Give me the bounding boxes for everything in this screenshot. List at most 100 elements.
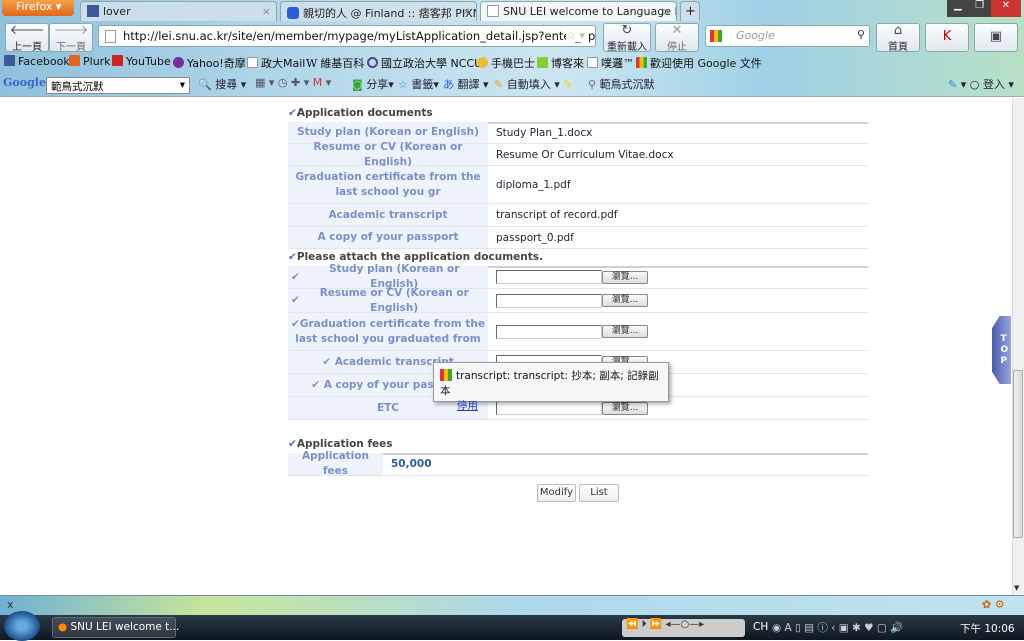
google-signin-button[interactable]: ✎ ▾ ○ 登入 ▾ <box>948 76 1014 92</box>
back-button[interactable]: 🡐 上一頁 <box>5 23 49 53</box>
section-title: Application documents <box>296 107 433 119</box>
firefox-menu-button[interactable]: Firefox ▾ <box>2 0 74 16</box>
bookmark-books[interactable]: 博客來 <box>537 55 584 71</box>
check-icon: ✔ <box>291 270 304 283</box>
close-addon-bar-icon[interactable]: x <box>7 598 14 611</box>
tray-icons[interactable]: ◉ A ▯ ▤ ⓘ ‹ ▣ ✱ ♥ ▢ 🔊 <box>772 620 903 635</box>
check-icon: ✔ <box>322 355 335 368</box>
tab-lover[interactable]: lover × <box>80 1 277 21</box>
search-input[interactable]: Google ⚲ <box>705 25 870 47</box>
google-search-button[interactable]: 🔍 搜尋 ▾ <box>198 76 246 92</box>
bookmark-google-docs[interactable]: 歡迎使用 Google 文件 <box>636 55 762 71</box>
addon-icon[interactable]: ✿ ⚙ <box>982 598 1005 611</box>
modify-button[interactable]: Modify <box>537 484 576 502</box>
task-label: SNU LEI welcome t... <box>70 621 180 633</box>
check-icon: ✔ <box>291 294 304 306</box>
bookmark-nccu-mail[interactable]: 政大Mail <box>247 55 305 71</box>
stop-button[interactable]: ✕ 停止 <box>655 23 699 53</box>
disable-link[interactable]: 停用 <box>457 398 662 413</box>
google-autofill-button[interactable]: ✎ 自動填入 ▾ ✎ <box>494 76 572 92</box>
clock[interactable]: 下午 10:06 <box>960 621 1015 636</box>
label-text: Graduation certificate from the last sch… <box>295 317 485 345</box>
google-icon <box>440 369 452 381</box>
scroll-down-icon[interactable]: ▼ <box>1014 584 1019 592</box>
url-text: http://lei.snu.ac.kr/site/en/member/mypa… <box>123 29 596 43</box>
bookmark-star-icon[interactable]: ☆ ▾ <box>566 29 589 42</box>
bookmark-label: 政大Mail <box>261 57 306 70</box>
minimize-button[interactable]: ▁ <box>947 0 969 17</box>
browse-button[interactable]: 瀏覽... <box>602 270 648 284</box>
google-icon <box>636 57 647 68</box>
google-translate-button[interactable]: あ 翻譯 ▾ <box>443 76 489 92</box>
start-button[interactable] <box>4 611 40 641</box>
books-icon <box>537 57 548 68</box>
magnifier-icon[interactable]: ⚲ <box>857 28 865 41</box>
file-input[interactable] <box>496 324 602 339</box>
bookmark-wikipedia[interactable]: W 維基百科 <box>306 55 364 71</box>
close-tab-icon[interactable]: × <box>262 5 271 18</box>
home-button[interactable]: ⌂ 首頁 <box>876 23 920 53</box>
taskbar-firefox[interactable]: ● SNU LEI welcome t... <box>52 617 179 638</box>
google-search-icon <box>710 30 722 42</box>
kaspersky-button[interactable]: K <box>925 23 969 52</box>
table-row: Academic transcript transcript of record.… <box>288 204 868 227</box>
browse-button[interactable]: 瀏覽... <box>602 325 648 338</box>
google-tools-icons[interactable]: ▦ ▾ ◷ ✚ ▾ M ▾ <box>255 76 331 89</box>
file-input[interactable] <box>496 293 602 308</box>
google-share-button[interactable]: ◙ 分享▾ <box>352 76 394 92</box>
file-input[interactable] <box>496 270 602 284</box>
row-label: Resume or CV (Korean or English) <box>288 141 488 168</box>
plurk-icon <box>69 55 80 66</box>
language-indicator[interactable]: CH <box>753 621 768 633</box>
page-icon <box>247 57 258 68</box>
tab-snu-lei[interactable]: SNU LEI welcome to Language Ed...× <box>480 1 677 21</box>
bookmark-yahoo[interactable]: Yahoo!奇摩 <box>173 55 246 71</box>
scrollbar-thumb[interactable] <box>1013 370 1023 538</box>
back-to-top-button[interactable]: TOP <box>992 316 1011 384</box>
close-window-button[interactable]: ✕ <box>990 0 1021 17</box>
maximize-button[interactable]: ❐ <box>968 0 991 17</box>
file-name: diploma_1.pdf <box>496 178 571 191</box>
taskbar: ● SNU LEI welcome t... ⏪ ⏵ ⏩ ◂—○—▸ CH ◉ … <box>0 611 1024 641</box>
firefox-icon: ● <box>58 621 68 633</box>
bookmark-plurk-tw[interactable]: 噗邏™ <box>587 55 634 71</box>
signin-label: 登入 <box>982 78 1005 91</box>
media-controls[interactable]: ⏪ ⏵ ⏩ ◂—○—▸ <box>622 619 745 637</box>
browse-button[interactable]: 瀏覽... <box>602 294 648 307</box>
facebook-icon <box>87 5 99 17</box>
url-bar[interactable]: http://lei.snu.ac.kr/site/en/member/mypa… <box>98 25 596 47</box>
yahoo-icon <box>173 57 184 68</box>
row-label: Academic transcript <box>288 204 488 226</box>
new-tab-button[interactable]: + <box>680 1 700 21</box>
list-button[interactable]: List <box>579 484 619 502</box>
reload-button[interactable]: ↻ 重新載入 <box>603 23 651 53</box>
bookmark-plurk[interactable]: Plurk <box>69 55 111 71</box>
virtual-keyboard-button[interactable]: ▣ <box>974 23 1018 52</box>
forward-arrow-icon: 🡒 <box>53 23 89 38</box>
search-placeholder: Google <box>736 29 775 42</box>
window-controls: ▁ ❐ ✕ <box>947 0 1021 17</box>
tab-pixnet[interactable]: 親切的人 @ Finland :: 痞客邦 PIXNE...× <box>280 1 477 21</box>
row-label: ✔ Resume or CV (Korean or English) <box>288 287 488 314</box>
bookmark-youtube[interactable]: YouTube <box>112 55 171 71</box>
top-label: TOP <box>1000 334 1009 366</box>
file-name: passport_0.pdf <box>496 231 574 244</box>
tab-title: SNU LEI welcome to Language Ed... <box>503 5 676 18</box>
google-search-box[interactable]: 範鳥式沉默 ▾ <box>46 77 190 94</box>
close-tab-icon[interactable]: × <box>462 5 471 18</box>
forward-button[interactable]: 🡒 下一頁 <box>49 23 93 53</box>
google-item-label: 翻譯 <box>457 78 480 91</box>
google-highlight-button[interactable]: ⚲ 範鳥式沉默 <box>588 76 655 92</box>
upload-row: ✔Graduation certificate from the last sc… <box>288 313 868 351</box>
bookmark-facebook[interactable]: Facebook <box>4 55 70 71</box>
close-tab-icon[interactable]: × <box>662 5 671 18</box>
bookmark-label: 國立政治大學 NCCU <box>381 57 483 70</box>
bookmark-mobile[interactable]: 手機巴士 <box>477 55 535 71</box>
tooltip-text: transcript: transcript: 抄本; 副本; 記錄副本 <box>440 370 659 397</box>
bookmark-label: Yahoo!奇摩 <box>187 57 246 70</box>
bookmark-nccu[interactable]: 國立政治大學 NCCU <box>367 55 482 71</box>
mobile-bus-icon <box>477 57 488 68</box>
home-icon: ⌂ <box>893 23 903 38</box>
forward-label: 下一頁 <box>56 42 86 53</box>
google-bookmarks-button[interactable]: ☆ 書籤▾ <box>398 76 439 92</box>
